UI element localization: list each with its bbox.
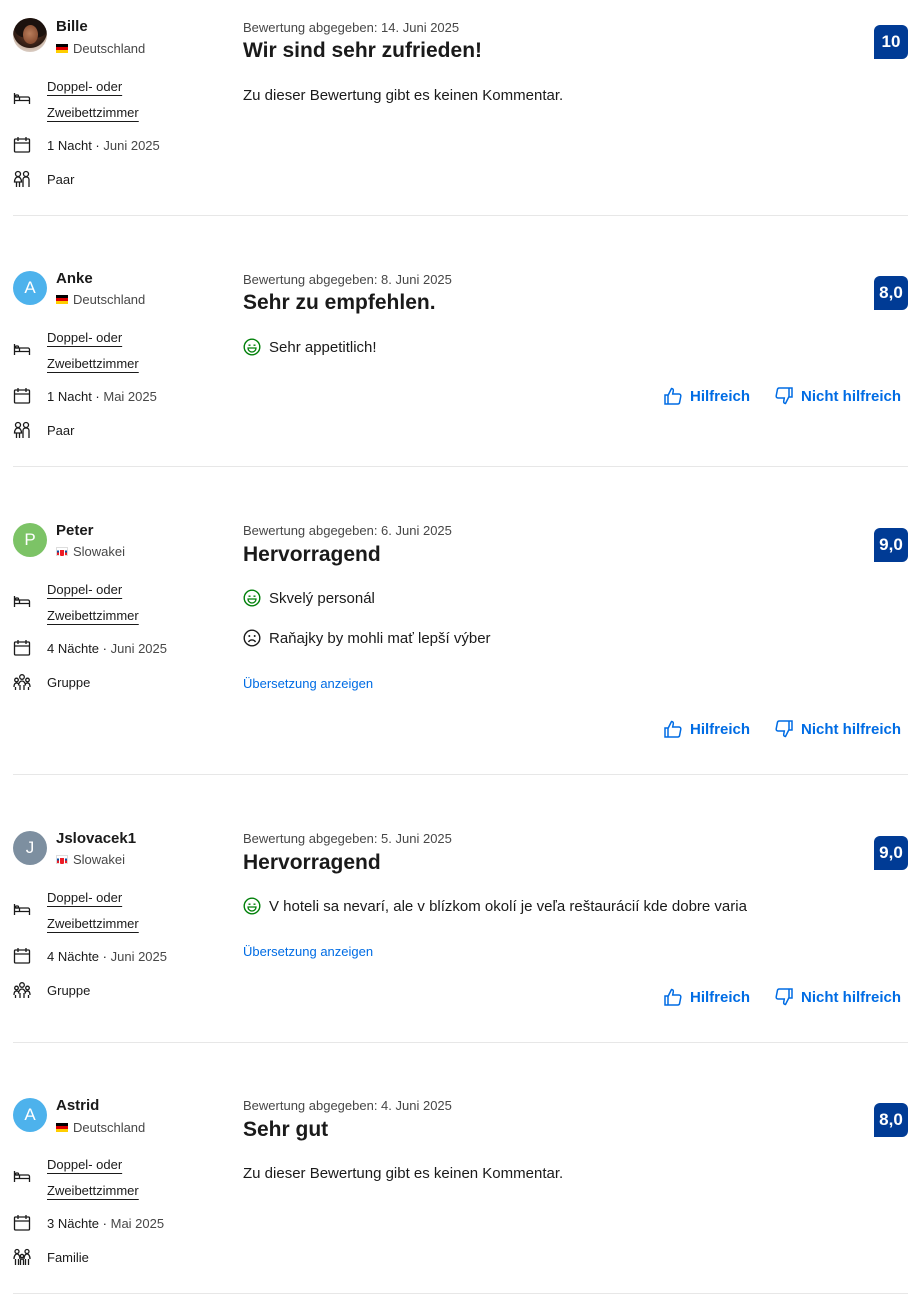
review-negative: Raňajky by mohli mať lepší výber (243, 629, 491, 647)
reviewer-country: Slowakei (56, 544, 125, 559)
bed-icon (13, 1167, 31, 1185)
not-helpful-button[interactable]: Nicht hilfreich (774, 987, 901, 1007)
reviewer-country: Deutschland (56, 1120, 145, 1135)
review-divider (13, 774, 908, 775)
group-icon (13, 673, 31, 691)
room-type-link[interactable]: Doppel- oder Zweibettzimmer (47, 885, 139, 937)
reviewer-country: Deutschland (56, 41, 145, 56)
reviewer-name: Peter (56, 522, 94, 539)
review-date: Bewertung abgegeben: 5. Juni 2025 (243, 831, 452, 846)
traveler-type: Paar (47, 423, 75, 438)
review-divider (13, 1293, 908, 1294)
review-score: 9,0 (874, 528, 908, 562)
slovakia-flag-icon (56, 855, 68, 865)
review-score: 8,0 (874, 276, 908, 310)
germany-flag-icon (56, 1123, 68, 1132)
couple-icon (13, 421, 31, 439)
avatar: A (13, 271, 47, 305)
avatar: P (13, 523, 47, 557)
traveler-type: Gruppe (47, 675, 91, 690)
reviewer-name: Jslovacek1 (56, 830, 137, 847)
review-title: Sehr zu empfehlen. (243, 291, 436, 314)
review-positive: Skvelý personál (243, 589, 375, 607)
germany-flag-icon (56, 44, 68, 53)
smiley-icon (243, 338, 261, 356)
family-icon (13, 1248, 31, 1266)
stay-info: 4 Nächte · Juni 2025 (47, 641, 167, 656)
review-divider (13, 466, 908, 467)
room-type-link[interactable]: Doppel- oder Zweibettzimmer (47, 577, 139, 629)
not-helpful-button[interactable]: Nicht hilfreich (774, 386, 901, 406)
stay-info: 1 Nacht · Juni 2025 (47, 138, 160, 153)
show-translation-link[interactable]: Übersetzung anzeigen (243, 944, 373, 959)
room-type-link[interactable]: Doppel- oder Zweibettzimmer (47, 1152, 139, 1204)
calendar-icon (13, 136, 31, 154)
review-positive: Sehr appetitlich! (243, 338, 377, 356)
avatar: A (13, 1098, 47, 1132)
calendar-icon (13, 387, 31, 405)
room-type-link[interactable]: Doppel- oder Zweibettzimmer (47, 325, 139, 377)
thumbs-down-icon (775, 387, 793, 405)
stay-info: 1 Nacht · Mai 2025 (47, 389, 157, 404)
bed-icon (13, 900, 31, 918)
avatar (13, 18, 47, 52)
review-positive: V hoteli sa nevarí, ale v blízkom okolí … (243, 897, 747, 915)
review-title: Hervorragend (243, 543, 381, 566)
stay-info: 3 Nächte · Mai 2025 (47, 1216, 165, 1231)
sad-face-icon (243, 629, 261, 647)
review-comment: Zu dieser Bewertung gibt es keinen Komme… (243, 87, 564, 104)
review-date: Bewertung abgegeben: 4. Juni 2025 (243, 1098, 452, 1113)
review-score: 10 (874, 25, 908, 59)
thumbs-up-icon (664, 720, 682, 738)
thumbs-down-icon (775, 988, 793, 1006)
review-date: Bewertung abgegeben: 8. Juni 2025 (243, 272, 452, 287)
traveler-type: Paar (47, 172, 75, 187)
review-divider (13, 215, 908, 216)
smiley-icon (243, 897, 261, 915)
reviewer-name: Astrid (56, 1097, 100, 1114)
stay-info: 4 Nächte · Juni 2025 (47, 949, 167, 964)
room-type-link[interactable]: Doppel- oder Zweibettzimmer (47, 74, 139, 126)
review-divider (13, 1042, 908, 1043)
review-score: 9,0 (874, 836, 908, 870)
reviewer-country: Deutschland (56, 292, 145, 307)
review-title: Wir sind sehr zufrieden! (243, 39, 483, 62)
review-comment: Zu dieser Bewertung gibt es keinen Komme… (243, 1165, 564, 1182)
reviewer-name: Anke (56, 270, 93, 287)
germany-flag-icon (56, 295, 68, 304)
helpful-button[interactable]: Hilfreich (663, 386, 750, 406)
review-title: Sehr gut (243, 1118, 329, 1141)
helpful-button[interactable]: Hilfreich (663, 719, 750, 739)
helpful-button[interactable]: Hilfreich (663, 987, 750, 1007)
thumbs-up-icon (664, 988, 682, 1006)
calendar-icon (13, 947, 31, 965)
bed-icon (13, 89, 31, 107)
couple-icon (13, 170, 31, 188)
traveler-type: Gruppe (47, 983, 91, 998)
group-icon (13, 981, 31, 999)
thumbs-down-icon (775, 720, 793, 738)
review-title: Hervorragend (243, 851, 381, 874)
slovakia-flag-icon (56, 547, 68, 557)
review-score: 8,0 (874, 1103, 908, 1137)
show-translation-link[interactable]: Übersetzung anzeigen (243, 676, 373, 691)
not-helpful-button[interactable]: Nicht hilfreich (774, 719, 901, 739)
thumbs-up-icon (664, 387, 682, 405)
reviewer-country: Slowakei (56, 852, 125, 867)
calendar-icon (13, 639, 31, 657)
smiley-icon (243, 589, 261, 607)
bed-icon (13, 592, 31, 610)
review-date: Bewertung abgegeben: 6. Juni 2025 (243, 523, 452, 538)
traveler-type: Familie (47, 1250, 89, 1265)
review-date: Bewertung abgegeben: 14. Juni 2025 (243, 20, 460, 35)
avatar: J (13, 831, 47, 865)
reviewer-name: Bille (56, 18, 88, 35)
bed-icon (13, 340, 31, 358)
calendar-icon (13, 1214, 31, 1232)
